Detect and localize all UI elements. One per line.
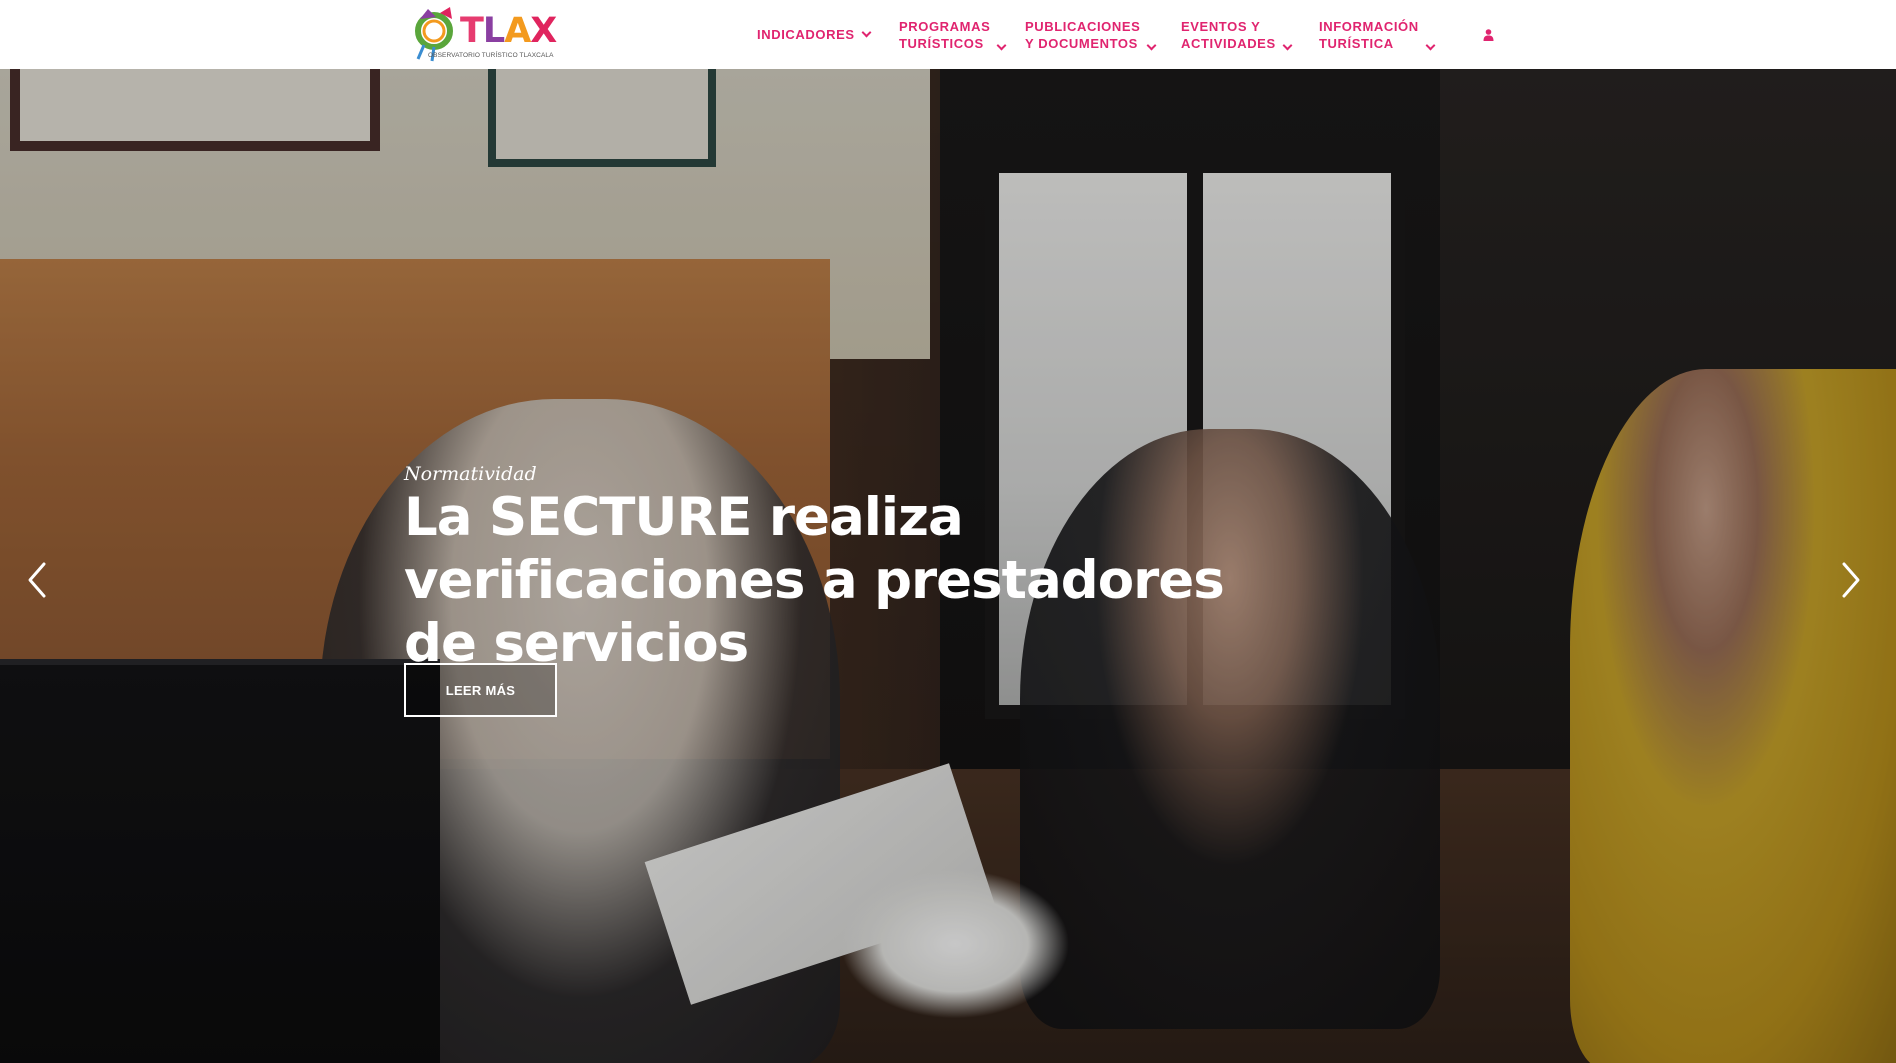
nav-label: EVENTOS Y ACTIVIDADES xyxy=(1181,18,1276,52)
slider-next-button[interactable] xyxy=(1836,560,1864,600)
logo-letter-x: X xyxy=(530,11,557,51)
nav-item-indicadores[interactable]: INDICADORES xyxy=(757,0,872,69)
slide-caption: Normatividad La SECTURE realiza verifica… xyxy=(404,462,1225,675)
nav-label: PROGRAMAS TURÍSTICOS xyxy=(899,18,990,52)
nav-label-line1: PROGRAMAS xyxy=(899,18,991,34)
nav-label-line2: TURÍSTICA xyxy=(1319,35,1394,51)
chevron-left-icon xyxy=(28,562,46,598)
site-logo[interactable]: TLAX OBSERVATORIO TURÍSTICO TLAXCALA xyxy=(410,5,565,63)
slide-headline[interactable]: La SECTURE realiza verificaciones a pres… xyxy=(404,486,1225,675)
chevron-right-icon xyxy=(1842,562,1860,598)
nav-item-publicaciones[interactable]: PUBLICACIONES Y DOCUMENTOS xyxy=(1025,0,1157,69)
nav-label: PUBLICACIONES Y DOCUMENTOS xyxy=(1025,18,1140,52)
chevron-down-icon xyxy=(996,40,1007,51)
chevron-down-icon xyxy=(1282,40,1293,51)
nav-label-line1: INFORMACIÓN xyxy=(1319,18,1419,34)
chevron-down-icon xyxy=(861,27,872,38)
logo-letter-t: T xyxy=(460,11,484,51)
nav-label-line2: TURÍSTICOS xyxy=(899,35,984,51)
logo-letter-a: A xyxy=(504,11,531,51)
nav-label-line1: PUBLICACIONES xyxy=(1025,18,1141,34)
site-header: TLAX OBSERVATORIO TURÍSTICO TLAXCALA IND… xyxy=(0,0,1896,69)
logo-letter-l: L xyxy=(482,11,505,51)
nav-item-programas-turisticos[interactable]: PROGRAMAS TURÍSTICOS xyxy=(899,0,1007,69)
nav-label-line1: EVENTOS Y xyxy=(1181,18,1261,34)
logo-tagline: OBSERVATORIO TURÍSTICO TLAXCALA xyxy=(428,52,554,59)
nav-label: INDICADORES xyxy=(757,27,855,42)
nav-label-line2: ACTIVIDADES xyxy=(1181,35,1276,51)
chevron-down-icon xyxy=(1425,40,1436,51)
slider-prev-button[interactable] xyxy=(24,560,52,600)
read-more-button[interactable]: LEER MÁS xyxy=(404,663,557,717)
slide-category[interactable]: Normatividad xyxy=(404,462,1224,486)
nav-item-informacion-turistica[interactable]: INFORMACIÓN TURÍSTICA xyxy=(1319,0,1436,69)
chevron-down-icon xyxy=(1146,40,1157,51)
nav-item-eventos[interactable]: EVENTOS Y ACTIVIDADES xyxy=(1181,0,1293,69)
logo-wordmark: TLAX xyxy=(460,11,557,51)
user-icon[interactable] xyxy=(1483,29,1494,41)
nav-label-line2: Y DOCUMENTOS xyxy=(1025,35,1138,51)
nav-label: INFORMACIÓN TURÍSTICA xyxy=(1319,18,1419,52)
